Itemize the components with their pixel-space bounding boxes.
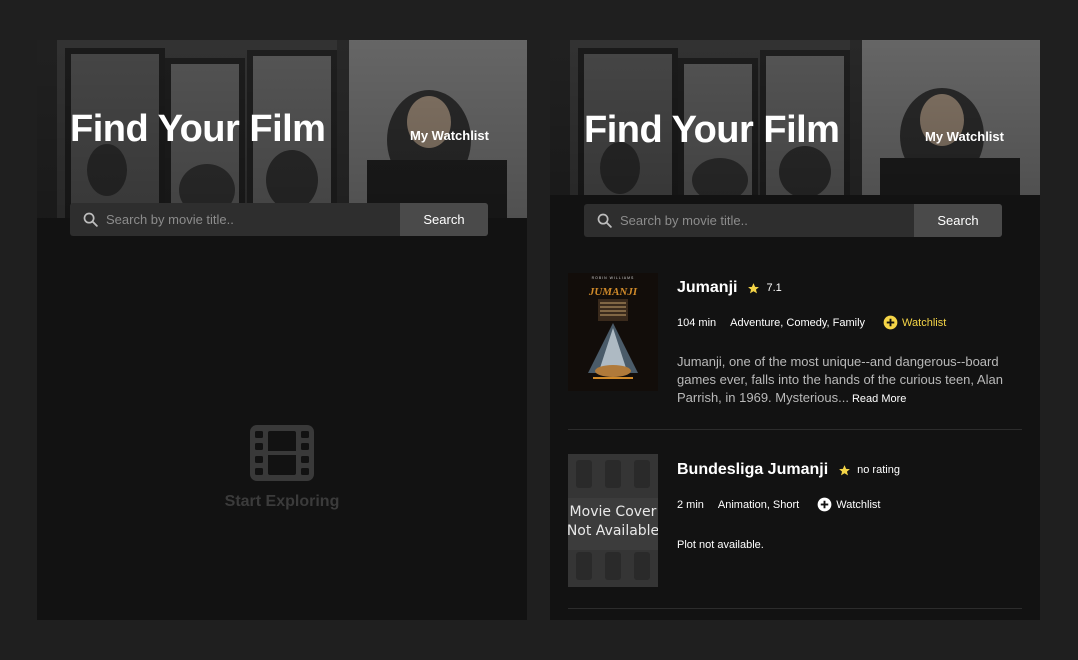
- movie-rating: no rating: [857, 464, 900, 476]
- movie-title-row: Jumanji 7.1: [677, 279, 782, 297]
- svg-text:Movie Cover: Movie Cover: [570, 504, 657, 520]
- watchlist-label: Watchlist: [902, 316, 947, 329]
- movie-poster-placeholder[interactable]: Movie Cover Not Available: [568, 454, 658, 587]
- my-watchlist-link[interactable]: My Watchlist: [925, 129, 1004, 144]
- movie-rating: 7.1: [766, 282, 782, 294]
- movie-runtime: 104 min: [677, 316, 717, 329]
- remove-from-watchlist-button[interactable]: Watchlist: [883, 315, 946, 330]
- search-button[interactable]: Search: [400, 203, 488, 236]
- minus-circle-icon: [883, 315, 898, 330]
- search-bar: Search: [70, 203, 488, 236]
- watchlist-label: Watchlist: [836, 498, 881, 511]
- movie-result-item: ROBIN WILLIAMS JUMANJI Jumanji 7.1 104 m…: [568, 270, 1022, 430]
- results-panel: Find Your Film My Watchlist Search ROBIN…: [550, 40, 1040, 620]
- search-button[interactable]: Search: [914, 204, 1002, 237]
- star-icon: [839, 464, 851, 475]
- hero-banner: Find Your Film My Watchlist: [37, 40, 527, 218]
- movie-genres: Animation, Short: [717, 498, 800, 511]
- movie-plot: Jumanji, one of the most unique--and dan…: [677, 353, 1022, 408]
- movie-title[interactable]: Bundesliga Jumanji: [677, 461, 828, 479]
- movie-result-item: Movie Cover Not Available Bundesliga Jum…: [568, 430, 1022, 609]
- start-exploring-label: Start Exploring: [224, 493, 340, 510]
- movie-poster[interactable]: ROBIN WILLIAMS JUMANJI: [568, 273, 658, 391]
- page-title: Find Your Film: [70, 108, 326, 150]
- movie-runtime: 2 min: [677, 498, 704, 511]
- search-input[interactable]: [70, 203, 400, 236]
- my-watchlist-link[interactable]: My Watchlist: [410, 128, 489, 143]
- search-input[interactable]: [584, 204, 914, 237]
- plus-circle-icon: [817, 497, 832, 512]
- movie-title-row: Bundesliga Jumanji no rating: [677, 461, 900, 479]
- page-title: Find Your Film: [584, 109, 840, 151]
- film-strip-placeholder: Movie Cover Not Available: [568, 454, 658, 587]
- jumanji-poster-image: ROBIN WILLIAMS JUMANJI: [568, 273, 658, 391]
- movie-plot-text: Jumanji, one of the most unique--and dan…: [677, 354, 1003, 405]
- svg-text:JUMANJI: JUMANJI: [588, 286, 638, 298]
- movie-genres: Adventure, Comedy, Family: [730, 316, 866, 329]
- movie-meta: 2 min Animation, Short Watchlist: [677, 497, 880, 512]
- movie-meta: 104 min Adventure, Comedy, Family Watchl…: [677, 315, 946, 330]
- film-icon: [250, 425, 314, 481]
- empty-state-panel: Find Your Film My Watchlist Search Start…: [37, 40, 527, 620]
- svg-text:Not Available: Not Available: [568, 523, 658, 539]
- empty-state: Start Exploring: [37, 425, 527, 511]
- results-list: ROBIN WILLIAMS JUMANJI Jumanji 7.1 104 m…: [568, 270, 1022, 609]
- read-more-link[interactable]: Read More: [852, 393, 906, 405]
- search-bar: Search: [584, 204, 1002, 237]
- movie-title[interactable]: Jumanji: [677, 279, 737, 297]
- svg-text:ROBIN WILLIAMS: ROBIN WILLIAMS: [592, 276, 635, 280]
- hero-banner: Find Your Film My Watchlist: [550, 40, 1040, 195]
- star-icon: [748, 282, 760, 293]
- movie-plot: Plot not available.: [677, 539, 764, 551]
- add-to-watchlist-button[interactable]: Watchlist: [817, 497, 880, 512]
